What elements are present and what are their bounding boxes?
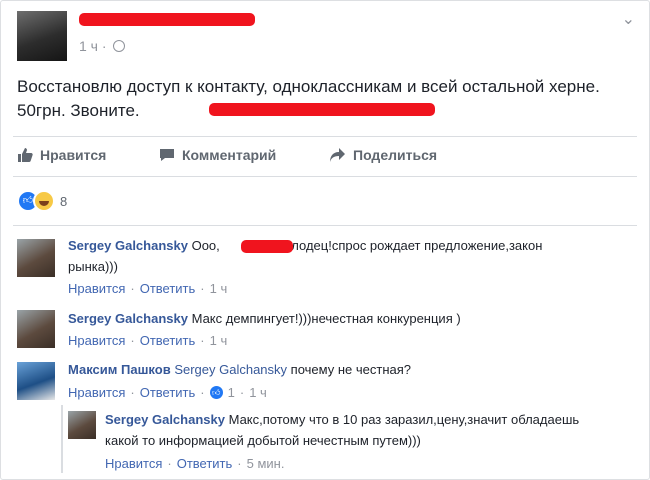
mention-redacted[interactable]	[241, 240, 293, 253]
reply-author-name[interactable]: Sergey Galchansky	[105, 412, 225, 427]
comment-icon	[160, 149, 174, 161]
commenter-name[interactable]: Sergey Galchansky	[68, 238, 188, 253]
post-time[interactable]: 1 ч	[79, 38, 98, 54]
comment-like-link[interactable]: Нравится	[68, 281, 125, 296]
comment-reply-link[interactable]: Ответить	[140, 281, 196, 296]
comment-reply-link[interactable]: Ответить	[140, 333, 196, 348]
comment-actions: Нравится · Ответить · 1 ч	[68, 333, 228, 348]
comment-actions: Нравится · Ответить · 1 ч	[68, 281, 228, 296]
commenter-avatar[interactable]	[17, 239, 55, 277]
reply-thread-line	[61, 405, 63, 473]
globe-icon	[113, 40, 126, 52]
reply-like-link[interactable]: Нравится	[105, 456, 162, 471]
reactions-bar[interactable]: 👍︎ 8	[17, 190, 67, 212]
comment-text: Максим Пашков Sergey Galchansky почему н…	[68, 362, 412, 377]
commenter-name[interactable]: Максим Пашков	[68, 362, 171, 377]
comment-button[interactable]: Комментарий	[159, 147, 276, 163]
comment-like-count[interactable]: 1	[228, 385, 235, 400]
comment-time[interactable]: 1 ч	[249, 385, 267, 400]
reply-time[interactable]: 5 мин.	[247, 456, 285, 471]
author-name-redacted[interactable]	[79, 13, 255, 26]
phone-redacted	[209, 103, 435, 116]
post-card: 1 ч · ⌄ Восстановлю доступ к контакту, о…	[0, 0, 650, 480]
divider	[13, 225, 637, 226]
comment-like-link[interactable]: Нравится	[68, 385, 125, 400]
commenter-avatar[interactable]	[17, 362, 55, 400]
reply-avatar[interactable]	[68, 411, 96, 439]
thumbs-up-icon	[18, 148, 33, 162]
comment-actions: Нравится · Ответить · 👍︎ 1 · 1 ч	[68, 385, 267, 400]
commenter-avatar[interactable]	[17, 310, 55, 348]
reaction-count: 8	[60, 193, 68, 209]
comment-time[interactable]: 1 ч	[210, 281, 228, 296]
share-arrow-icon	[330, 148, 345, 162]
reply-text: Sergey Galchansky Макс,потому что в 10 р…	[105, 412, 580, 448]
comment-reply-link[interactable]: Ответить	[140, 385, 196, 400]
comment-like-link[interactable]: Нравится	[68, 333, 125, 348]
comment-text: Sergey Galchansky Макс демпингует!)))неч…	[68, 311, 461, 326]
divider	[13, 176, 637, 177]
divider	[13, 136, 637, 137]
haha-reaction-icon	[33, 190, 55, 212]
mention-link[interactable]: Sergey Galchansky	[174, 362, 287, 377]
reply-actions: Нравится · Ответить · 5 мин.	[105, 456, 285, 471]
author-avatar[interactable]	[17, 11, 67, 61]
like-reaction-icon: 👍︎	[209, 386, 223, 399]
post-meta: 1 ч ·	[79, 38, 126, 54]
share-button[interactable]: Поделиться	[329, 147, 437, 163]
like-button[interactable]: Нравится	[17, 147, 106, 163]
reply-reply-link[interactable]: Ответить	[177, 456, 233, 471]
comment-time[interactable]: 1 ч	[210, 333, 228, 348]
comment-text: Sergey Galchansky Ооо, молодец!спрос рож…	[68, 238, 543, 274]
commenter-name[interactable]: Sergey Galchansky	[68, 311, 188, 326]
chevron-down-icon[interactable]: ⌄	[622, 9, 635, 29]
